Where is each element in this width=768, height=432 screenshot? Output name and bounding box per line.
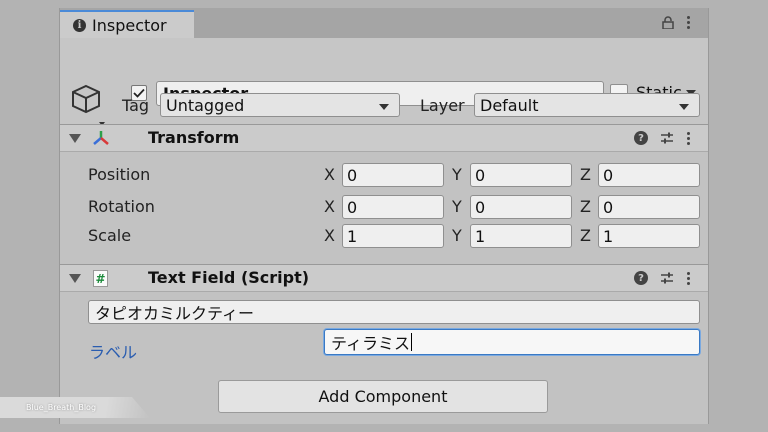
- rotation-y-field[interactable]: 0: [470, 195, 572, 219]
- tab-menu-icon[interactable]: [686, 16, 690, 29]
- rotation-x-field[interactable]: 0: [342, 195, 444, 219]
- add-component-button[interactable]: Add Component: [218, 380, 548, 413]
- scale-x-field[interactable]: 1: [342, 224, 444, 248]
- axis-z-label: Z: [580, 226, 591, 245]
- position-z-field[interactable]: 0: [598, 163, 700, 187]
- transform-row-label: Rotation: [88, 197, 155, 216]
- gameobject-cube-icon[interactable]: [70, 82, 108, 126]
- script-icon: #: [93, 270, 108, 287]
- tag-dropdown[interactable]: Untagged: [160, 93, 400, 117]
- lock-icon[interactable]: [662, 16, 674, 29]
- foldout-arrow-icon[interactable]: [69, 274, 81, 283]
- transform-tools: ?: [634, 131, 690, 145]
- component-menu-icon[interactable]: [686, 271, 690, 285]
- axis-y-label: Y: [452, 226, 462, 245]
- axis-z-label: Z: [580, 197, 591, 216]
- chevron-down-icon: [379, 104, 389, 110]
- position-y-field[interactable]: 0: [470, 163, 572, 187]
- textfield-header[interactable]: # Text Field (Script) ?: [60, 264, 708, 292]
- scale-y-field[interactable]: 1: [470, 224, 572, 248]
- info-icon: i: [73, 18, 86, 32]
- tab-tools: [662, 16, 690, 29]
- help-icon[interactable]: ?: [634, 271, 648, 285]
- tab-label: Inspector: [92, 15, 167, 35]
- tab-inspector[interactable]: i Inspector: [60, 10, 194, 38]
- inspector-window: i Inspector Inspector Static Tag Un: [59, 8, 709, 424]
- transform-title: Transform: [148, 128, 240, 147]
- component-menu-icon[interactable]: [686, 131, 690, 145]
- rotation-z-field[interactable]: 0: [598, 195, 700, 219]
- textfield-title: Text Field (Script): [148, 268, 310, 287]
- watermark: Blue_Breath_Blog: [0, 397, 150, 418]
- axis-x-label: X: [324, 165, 335, 184]
- text-cursor: [411, 333, 413, 351]
- transform-header[interactable]: Transform ?: [60, 124, 708, 152]
- axis-y-label: Y: [452, 197, 462, 216]
- axis-x-label: X: [324, 226, 335, 245]
- chevron-down-icon: [679, 104, 689, 110]
- tag-value: Untagged: [166, 95, 245, 115]
- foldout-arrow-icon[interactable]: [69, 134, 81, 143]
- preset-icon[interactable]: [660, 131, 674, 145]
- gameobject-header: Inspector Static Tag Untagged Layer Defa…: [60, 38, 708, 127]
- label-input[interactable]: ティラミス: [324, 329, 700, 355]
- tab-bar: i Inspector: [60, 8, 708, 38]
- help-icon[interactable]: ?: [634, 131, 648, 145]
- axis-z-label: Z: [580, 165, 591, 184]
- layer-dropdown[interactable]: Default: [474, 93, 700, 117]
- scale-z-field[interactable]: 1: [598, 224, 700, 248]
- textfield-tools: ?: [634, 271, 690, 285]
- axis-y-label: Y: [452, 165, 462, 184]
- label-input-value: ティラミス: [331, 334, 411, 353]
- text-area-field[interactable]: タピオカミルクティー: [88, 300, 700, 324]
- transform-row-label: Position: [88, 165, 151, 184]
- preset-icon[interactable]: [660, 271, 674, 285]
- transform-icon: [93, 131, 109, 145]
- layer-value: Default: [480, 95, 539, 115]
- transform-row-label: Scale: [88, 226, 132, 245]
- tag-label: Tag: [122, 96, 150, 115]
- label-field-label: ラベル: [89, 343, 138, 362]
- position-x-field[interactable]: 0: [342, 163, 444, 187]
- axis-x-label: X: [324, 197, 335, 216]
- layer-label: Layer: [420, 96, 465, 115]
